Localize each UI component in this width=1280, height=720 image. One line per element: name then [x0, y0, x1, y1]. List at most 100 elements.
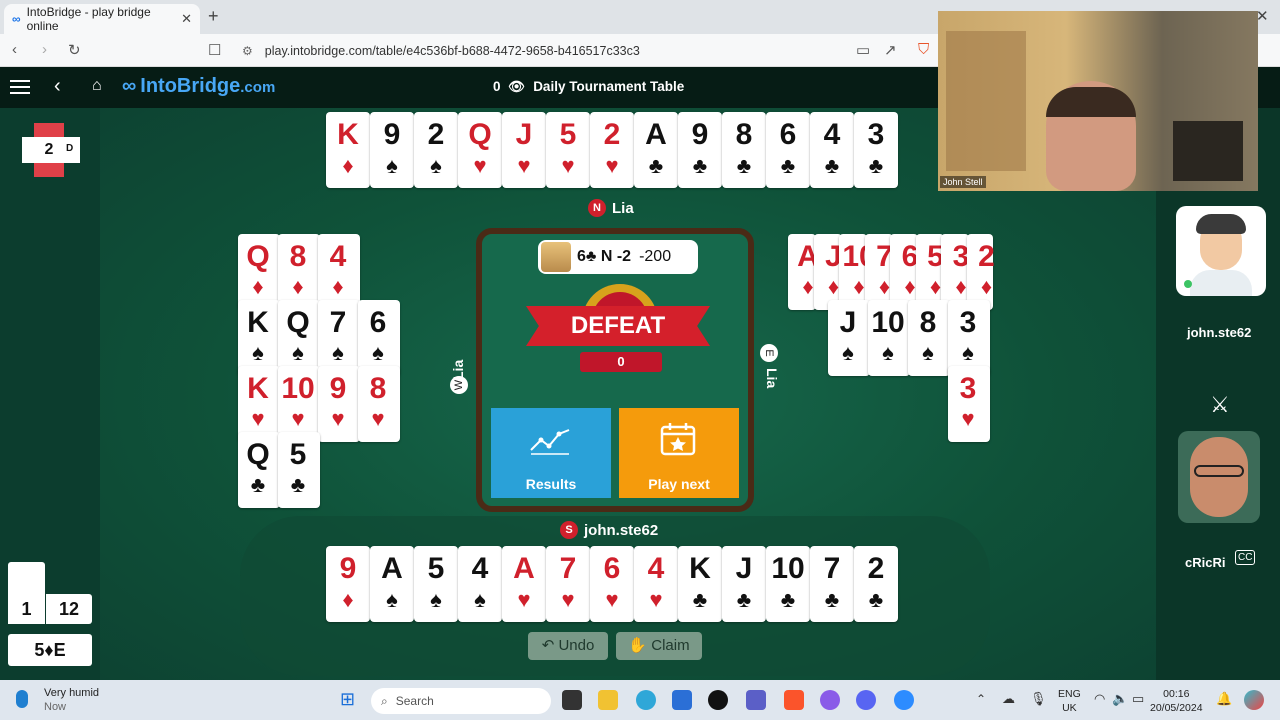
back-icon[interactable]: ‹ [12, 41, 17, 58]
playing-card[interactable]: A ♠ [370, 546, 414, 622]
playing-card[interactable]: 4 ♣ [810, 112, 854, 188]
playing-card[interactable]: 4 ♥ [634, 546, 678, 622]
weather-icon[interactable] [16, 690, 28, 708]
copilot-tray-icon[interactable] [1244, 690, 1264, 710]
playing-card[interactable]: K ♠ [238, 300, 280, 376]
edge-icon[interactable] [636, 690, 656, 710]
copilot-icon[interactable] [820, 690, 840, 710]
bookmark-icon[interactable]: ☐ [208, 41, 221, 59]
weather-widget[interactable]: Very humid Now [44, 686, 99, 714]
playing-card[interactable]: 3 ♦ [941, 234, 969, 310]
playing-card[interactable]: 9 ♠ [370, 112, 414, 188]
playing-card[interactable]: Q ♦ [238, 234, 280, 310]
playing-card[interactable]: Q ♣ [238, 432, 280, 508]
home-icon[interactable]: ⌂ [92, 77, 102, 95]
player-avatar-john[interactable] [1176, 206, 1266, 296]
playing-card[interactable]: A ♥ [502, 546, 546, 622]
playing-card[interactable]: 2 ♣ [854, 546, 898, 622]
playing-card[interactable]: A ♣ [634, 112, 678, 188]
playing-card[interactable]: 9 ♣ [678, 112, 722, 188]
playing-card[interactable]: 6 ♠ [358, 300, 400, 376]
playing-card[interactable]: 5 ♠ [414, 546, 458, 622]
card-suit: ♥ [517, 153, 531, 178]
forward-icon[interactable]: › [42, 41, 47, 58]
playing-card[interactable]: 6 ♣ [766, 112, 810, 188]
playing-card[interactable]: Q ♠ [278, 300, 320, 376]
microphone-icon[interactable]: 🎙 [1030, 691, 1047, 707]
discord-icon[interactable] [856, 690, 876, 710]
playing-card[interactable]: 6 ♦ [890, 234, 918, 310]
playing-card[interactable]: 7 ♠ [318, 300, 360, 376]
playing-card[interactable]: 8 ♠ [908, 300, 950, 376]
site-info-icon[interactable]: ⚙ [242, 44, 253, 58]
playing-card[interactable]: J ♣ [722, 546, 766, 622]
playing-card[interactable]: 9 ♦ [326, 546, 370, 622]
playing-card[interactable]: 3 ♣ [854, 112, 898, 188]
undo-button[interactable]: ↶ Undo [528, 632, 608, 660]
cc-badge-icon[interactable]: CC [1235, 550, 1256, 565]
playing-card[interactable]: 2 ♠ [414, 112, 458, 188]
playing-card[interactable]: 7 ♣ [810, 546, 854, 622]
reload-icon[interactable]: ↻ [68, 41, 81, 59]
playing-card[interactable]: A ♦ [788, 234, 819, 310]
battery-icon[interactable]: ▭ [1132, 691, 1144, 707]
volume-icon[interactable]: 🔈 [1112, 691, 1128, 707]
taskbar-clock[interactable]: 00:16 20/05/2024 [1150, 687, 1203, 715]
results-button[interactable]: Results [491, 408, 611, 498]
playing-card[interactable]: 9 ♥ [318, 366, 360, 442]
new-tab-icon[interactable]: + [208, 6, 219, 27]
playing-card[interactable]: K ♣ [678, 546, 722, 622]
play-next-button[interactable]: Play next [619, 408, 739, 498]
task-view-icon[interactable] [562, 690, 582, 710]
playing-card[interactable]: 10 ♠ [868, 300, 910, 376]
playing-card[interactable]: 5 ♦ [915, 234, 944, 310]
playing-card[interactable]: 2 ♦ [966, 234, 995, 310]
cast-icon[interactable]: ▭ [856, 41, 870, 59]
playing-card[interactable]: J ♥ [502, 112, 546, 188]
store-icon[interactable] [672, 690, 692, 710]
playing-card[interactable]: 8 ♣ [722, 112, 766, 188]
url-field[interactable]: ⚙ play.intobridge.com/table/e4c536bf-b68… [234, 38, 954, 63]
playing-card[interactable]: 10 ♣ [766, 546, 810, 622]
taskbar-search[interactable]: ⌕ Search [371, 688, 551, 714]
playing-card[interactable]: 7 ♦ [864, 234, 893, 310]
playing-card[interactable]: 4 ♦ [318, 234, 360, 310]
playing-card[interactable]: 5 ♥ [546, 112, 590, 188]
playing-card[interactable]: 2 ♥ [590, 112, 634, 188]
playing-card[interactable]: 4 ♠ [458, 546, 502, 622]
playing-card[interactable]: Q ♥ [458, 112, 502, 188]
playing-card[interactable]: 3 ♥ [948, 366, 990, 442]
share-icon[interactable]: ↗ [884, 41, 897, 59]
onedrive-icon[interactable]: ☁ [1002, 691, 1015, 707]
close-tab-icon[interactable]: ✕ [181, 11, 192, 27]
intobridge-logo[interactable]: ∞ IntoBridge.com [122, 75, 275, 98]
menu-icon[interactable] [10, 77, 30, 95]
wifi-icon[interactable]: ◠ [1094, 691, 1105, 707]
playing-card[interactable]: 10 ♥ [278, 366, 320, 442]
player-avatar-cricri[interactable] [1178, 431, 1260, 523]
playing-card[interactable]: 5 ♣ [278, 432, 320, 508]
playing-card[interactable]: J ♦ [813, 234, 842, 310]
brave-shield-icon[interactable]: ⛉ [918, 41, 929, 58]
playing-card[interactable]: K ♥ [238, 366, 280, 442]
playing-card[interactable]: 6 ♥ [590, 546, 634, 622]
teams-icon[interactable] [746, 690, 766, 710]
playing-card[interactable]: J ♠ [828, 300, 870, 376]
zoom-icon[interactable] [894, 690, 914, 710]
playing-card[interactable]: K ♦ [326, 112, 370, 188]
windows-start-icon[interactable]: ⊞ [340, 689, 355, 710]
language-indicator[interactable]: ENG UK [1058, 687, 1081, 715]
brave-icon[interactable] [784, 690, 804, 710]
notification-bell-icon[interactable]: 🔔 [1216, 691, 1232, 707]
browser-tab[interactable]: ∞ IntoBridge - play bridge online ✕ [4, 4, 200, 34]
file-explorer-icon[interactable] [598, 690, 618, 710]
claim-button[interactable]: ✋ Claim [616, 632, 702, 660]
playing-card[interactable]: 10 ♦ [839, 234, 876, 310]
back-arrow-icon[interactable]: ‹ [54, 75, 61, 98]
playing-card[interactable]: 8 ♦ [278, 234, 320, 310]
tray-chevron-icon[interactable]: ⌃ [976, 692, 986, 706]
playing-card[interactable]: 3 ♠ [948, 300, 990, 376]
dell-icon[interactable] [708, 690, 728, 710]
playing-card[interactable]: 8 ♥ [358, 366, 400, 442]
playing-card[interactable]: 7 ♥ [546, 546, 590, 622]
